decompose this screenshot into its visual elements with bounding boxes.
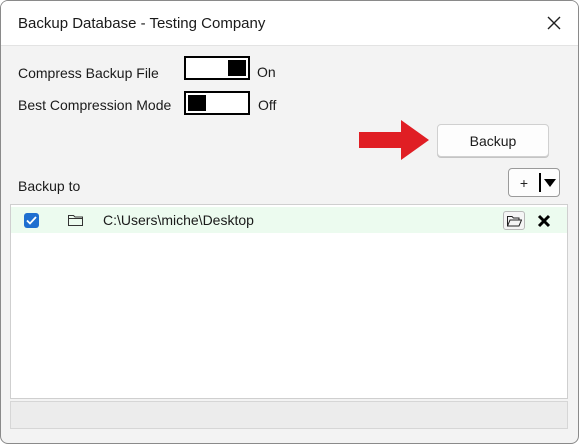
folder-open-icon	[506, 215, 522, 226]
chevron-down-icon	[544, 178, 556, 187]
arrow-right-icon	[359, 120, 429, 160]
title-bar: Backup Database - Testing Company	[1, 1, 578, 46]
backup-to-label: Backup to	[18, 178, 81, 194]
delete-icon	[537, 214, 551, 227]
add-options-dropdown[interactable]	[541, 169, 559, 196]
add-destination-split-button: +	[508, 168, 560, 197]
status-bar	[10, 401, 568, 429]
compress-backup-toggle[interactable]	[184, 56, 250, 80]
remove-destination-button[interactable]	[529, 210, 559, 231]
destination-path: C:\Users\miche\Desktop	[103, 212, 254, 228]
best-compression-label: Best Compression Mode	[18, 97, 172, 113]
toggle-knob	[188, 95, 206, 111]
best-compression-toggle[interactable]	[184, 91, 250, 115]
folder-icon	[68, 215, 83, 226]
compress-backup-state: On	[257, 64, 276, 80]
compress-backup-label: Compress Backup File	[18, 65, 159, 81]
add-destination-button[interactable]: +	[509, 169, 539, 196]
check-icon	[26, 216, 37, 225]
backup-button[interactable]: Backup	[437, 124, 549, 157]
close-icon	[547, 16, 561, 30]
backup-dialog: Backup Database - Testing Company Compre…	[0, 0, 579, 444]
backup-destination-list: C:\Users\miche\Desktop	[10, 204, 568, 399]
window-title: Backup Database - Testing Company	[18, 15, 266, 32]
toggle-knob	[228, 60, 246, 76]
best-compression-state: Off	[258, 97, 277, 113]
close-button[interactable]	[538, 8, 570, 38]
list-item[interactable]: C:\Users\miche\Desktop	[11, 207, 567, 233]
destination-checkbox[interactable]	[24, 213, 39, 228]
browse-folder-button[interactable]	[503, 211, 525, 230]
